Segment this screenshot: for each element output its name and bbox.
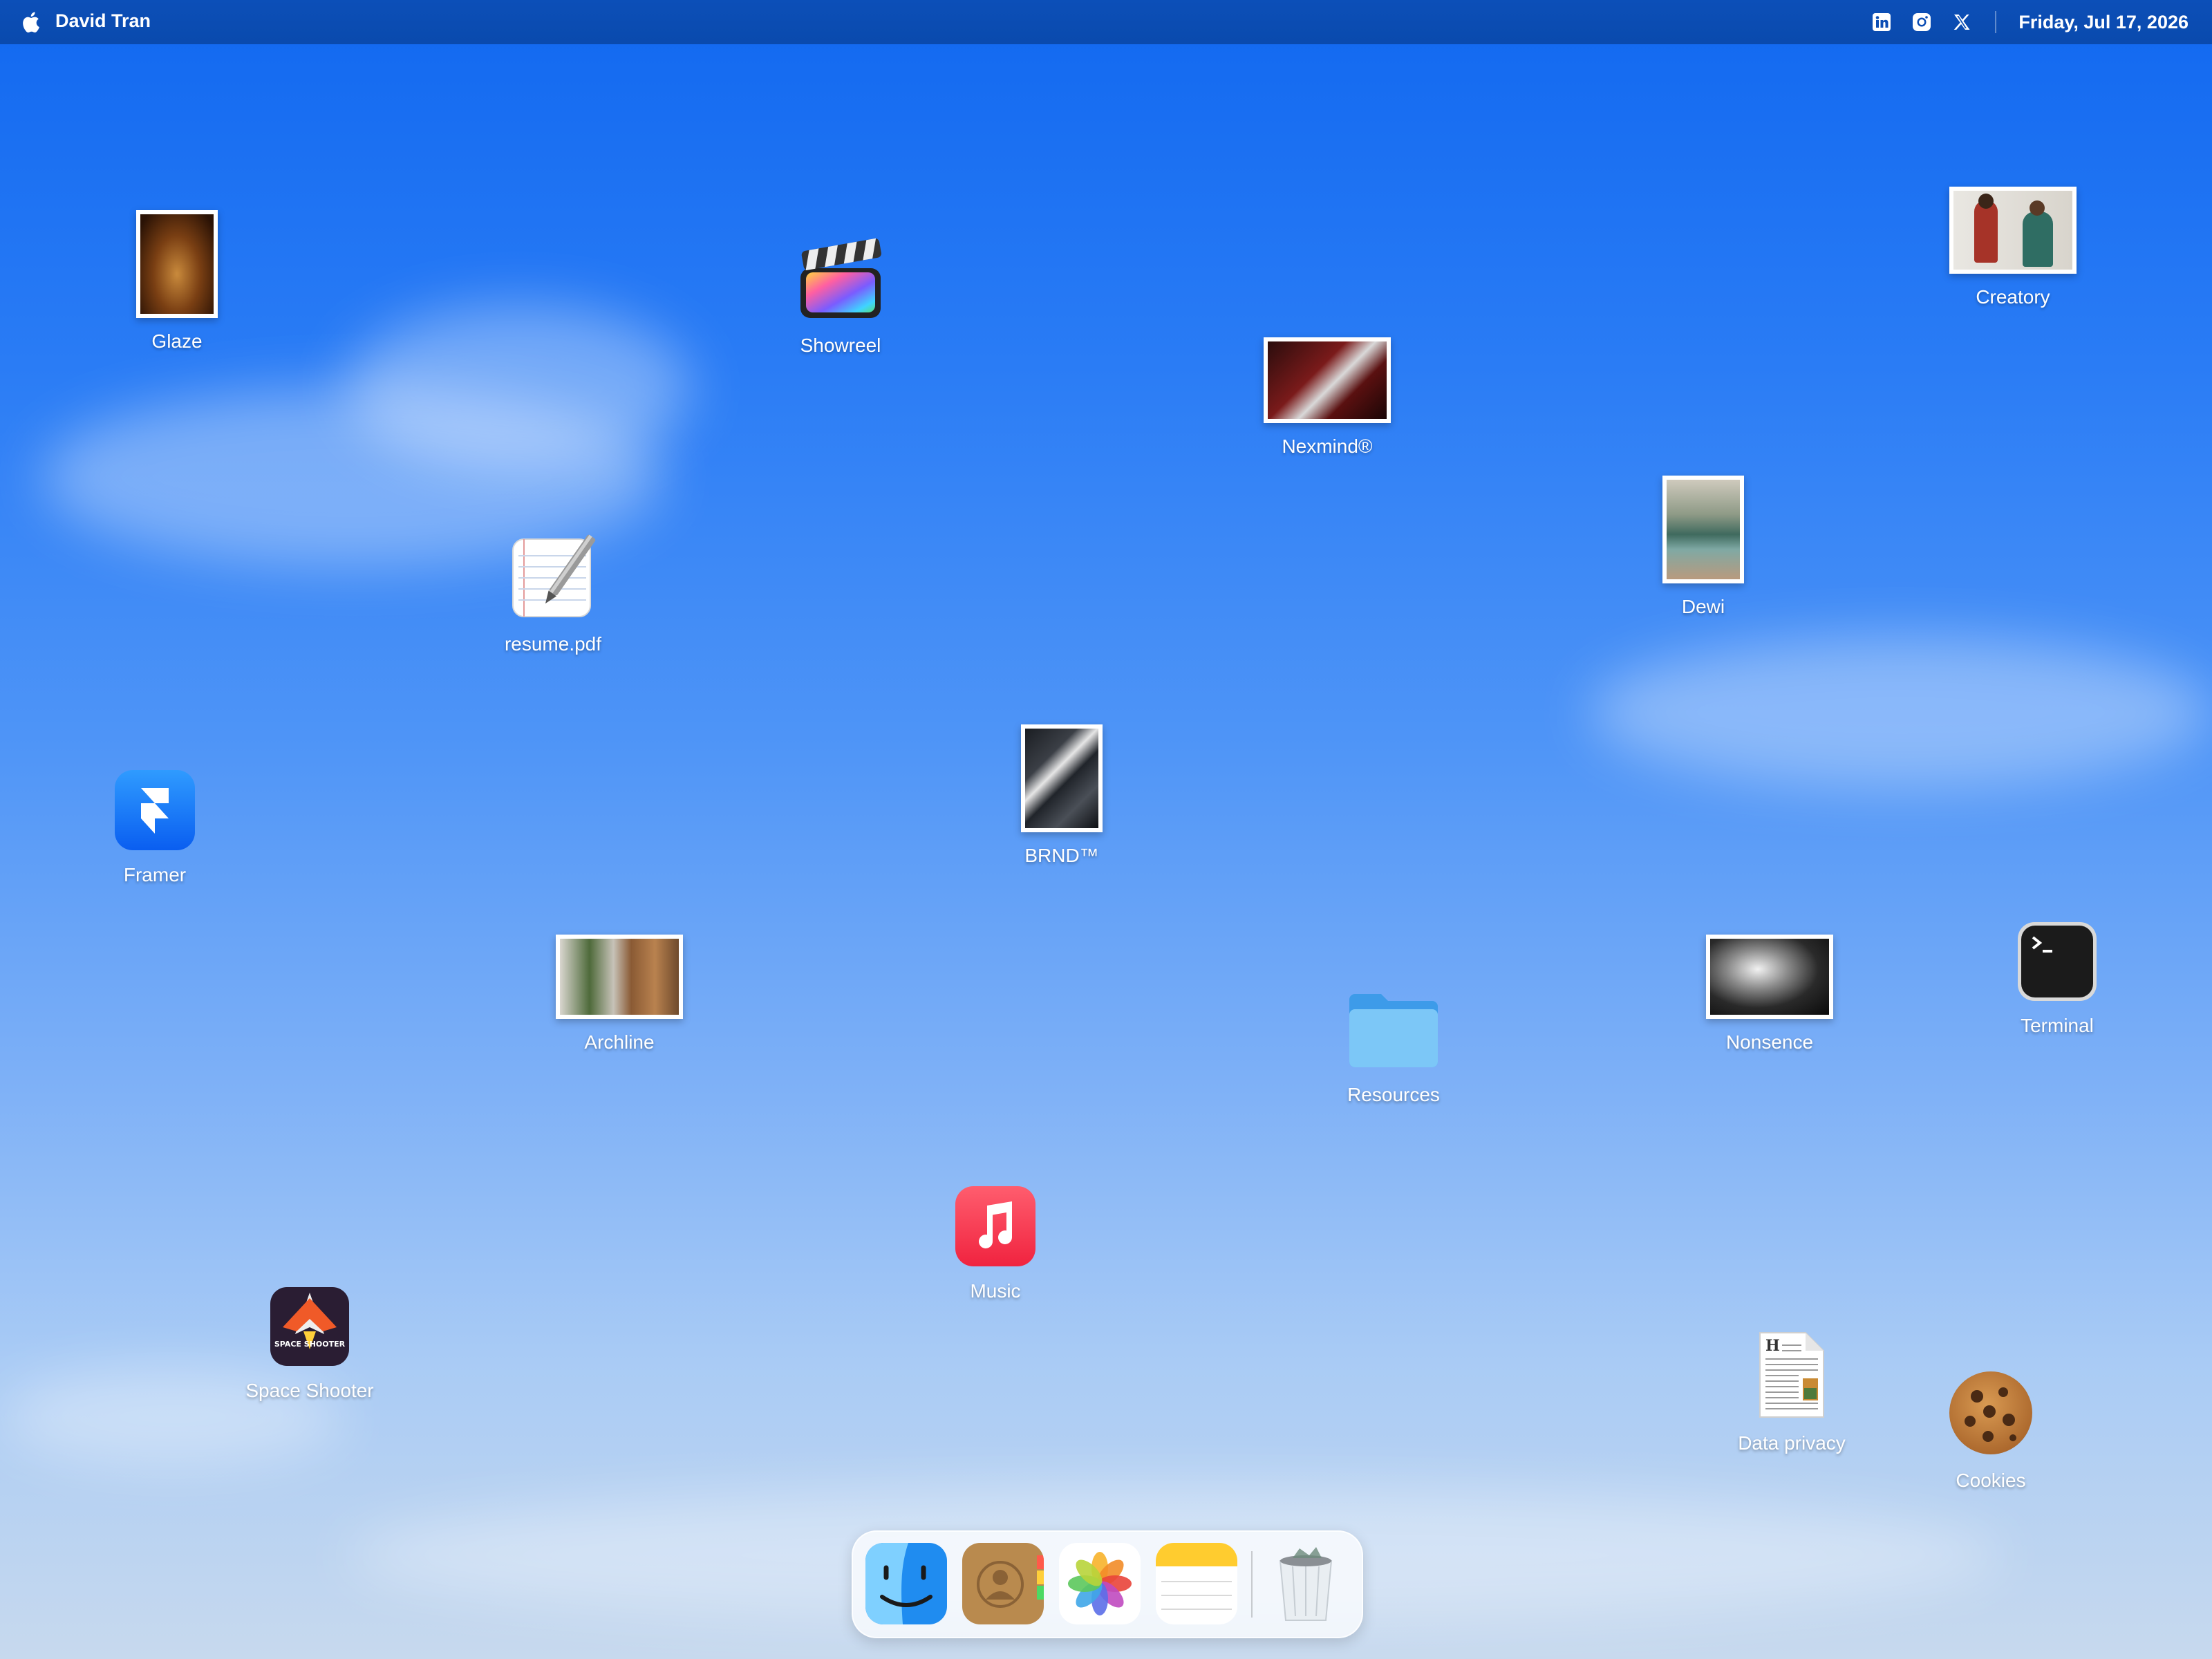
- document-icon: H: [1759, 1332, 1824, 1418]
- folder-icon: [1349, 994, 1438, 1067]
- svg-text:H: H: [1765, 1337, 1780, 1355]
- nonsence-label: Nonsence: [1725, 1031, 1814, 1053]
- desktop-icon-dewi[interactable]: Dewi: [1620, 476, 1786, 618]
- apple-icon[interactable]: [21, 11, 40, 33]
- desktop-icon-nonsence[interactable]: Nonsence: [1687, 935, 1853, 1053]
- showreel-label: Showreel: [800, 335, 881, 356]
- dewi-thumbnail: [1662, 476, 1744, 583]
- archline-thumbnail: [556, 935, 683, 1019]
- desktop-icon-archline[interactable]: Archline: [536, 935, 702, 1053]
- x-icon[interactable]: [1951, 11, 1973, 33]
- desktop-icon-resources[interactable]: Resources: [1311, 986, 1477, 1106]
- music-icon: [955, 1186, 1035, 1266]
- menu-bar-right: Friday, Jul 17, 2026: [1871, 0, 2188, 44]
- photos-icon[interactable]: [1059, 1543, 1141, 1624]
- space-shooter-icon: SPACE SHOOTER: [270, 1287, 349, 1366]
- terminal-icon: [2018, 922, 2097, 1001]
- desktop-icon-creatory[interactable]: Creatory: [1930, 187, 2096, 308]
- creatory-thumbnail: [1949, 187, 2077, 274]
- desktop-icon-terminal[interactable]: Terminal: [1974, 921, 2140, 1037]
- archline-label: Archline: [584, 1031, 655, 1053]
- final-cut-icon: [800, 238, 881, 318]
- resources-label: Resources: [1347, 1084, 1440, 1105]
- desktop-icon-framer[interactable]: Framer: [72, 769, 238, 886]
- brnd-label: BRND™: [1024, 845, 1099, 866]
- cloud: [1590, 636, 2212, 788]
- space-shooter-label: Space Shooter: [245, 1380, 374, 1401]
- nonsence-thumbnail: [1706, 935, 1833, 1019]
- nexmind-label: Nexmind®: [1282, 435, 1373, 457]
- space-shooter-art-text: SPACE SHOOTER: [274, 1340, 346, 1349]
- brnd-thumbnail: [1021, 724, 1103, 832]
- data-privacy-label: Data privacy: [1738, 1432, 1846, 1454]
- desktop-icon-resume[interactable]: resume.pdf: [470, 532, 636, 655]
- glaze-thumbnail: [136, 210, 218, 318]
- desktop-icon-nexmind[interactable]: Nexmind®: [1244, 337, 1410, 458]
- finder-icon[interactable]: [865, 1543, 947, 1624]
- linkedin-icon[interactable]: [1871, 11, 1893, 33]
- framer-label: Framer: [123, 864, 187, 885]
- desktop-icon-showreel[interactable]: Showreel: [758, 232, 924, 357]
- desktop-icon-music[interactable]: Music: [912, 1185, 1078, 1302]
- user-name[interactable]: David Tran: [55, 10, 151, 32]
- music-label: Music: [970, 1280, 1021, 1302]
- trash-icon[interactable]: [1265, 1543, 1347, 1624]
- notes-icon[interactable]: [1156, 1543, 1237, 1624]
- desktop-icon-space-shooter[interactable]: SPACE SHOOTER Space Shooter: [227, 1286, 393, 1402]
- creatory-label: Creatory: [1976, 286, 2050, 308]
- dock-separator: [1251, 1551, 1253, 1618]
- date-time[interactable]: Friday, Jul 17, 2026: [2018, 12, 2188, 33]
- cookie-icon: [1949, 1371, 2032, 1454]
- cookies-label: Cookies: [1956, 1470, 2026, 1491]
- glaze-label: Glaze: [151, 330, 203, 352]
- desktop-icon-data-privacy[interactable]: H Data privacy: [1709, 1330, 1875, 1454]
- framer-icon: [115, 770, 195, 850]
- cloud: [346, 304, 691, 470]
- desktop-icon-glaze[interactable]: Glaze: [94, 210, 260, 353]
- desktop-icon-cookies[interactable]: Cookies: [1908, 1369, 2074, 1492]
- contacts-icon[interactable]: [962, 1543, 1044, 1624]
- textedit-icon: [512, 534, 596, 617]
- instagram-icon[interactable]: [1911, 11, 1933, 33]
- nexmind-thumbnail: [1264, 337, 1391, 423]
- terminal-label: Terminal: [2021, 1015, 2094, 1036]
- dewi-label: Dewi: [1681, 596, 1725, 617]
- resume-label: resume.pdf: [504, 633, 602, 655]
- desktop-icon-brnd[interactable]: BRND™: [979, 724, 1145, 867]
- dock: [852, 1530, 1363, 1638]
- menu-bar: David Tran Friday, Jul 17, 2026: [0, 0, 2212, 44]
- menu-divider: [1995, 11, 1997, 33]
